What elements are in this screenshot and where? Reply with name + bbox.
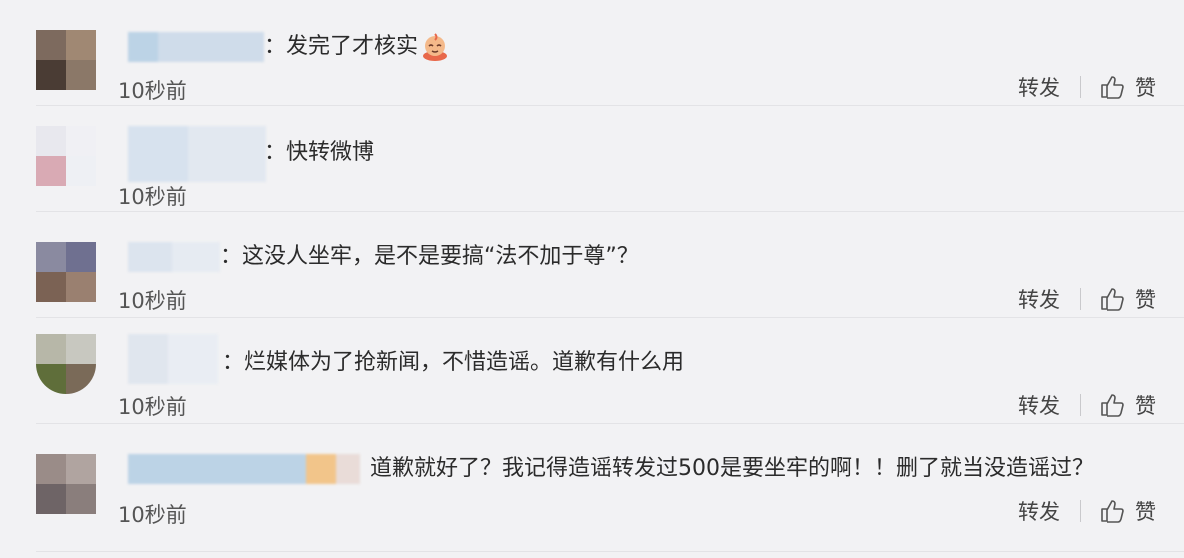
comment-actions: 转发 赞 — [1018, 284, 1156, 314]
action-divider — [1080, 394, 1081, 416]
like-button[interactable]: 赞 — [1099, 72, 1156, 102]
comment-text: ：发完了才核实 — [264, 32, 450, 62]
doge-emoji-icon — [420, 32, 450, 62]
avatar[interactable] — [36, 30, 96, 90]
action-divider — [1080, 76, 1081, 98]
avatar[interactable] — [36, 334, 96, 394]
username[interactable] — [128, 242, 220, 272]
avatar[interactable] — [36, 242, 96, 302]
comment-item: ：快转微博 10秒前 — [0, 106, 1184, 212]
username[interactable] — [128, 334, 218, 384]
action-divider — [1080, 288, 1081, 310]
comment-item: ：这没人坐牢，是不是要搞“法不加于尊”？ 10秒前 转发 赞 — [0, 212, 1184, 318]
repost-button[interactable]: 转发 — [1018, 284, 1074, 314]
comment-list: ：发完了才核实 10秒前 转发 赞 ：快转微博 10秒前 ：这没人坐牢，是不是要… — [0, 0, 1184, 558]
comment-divider — [36, 551, 1184, 552]
like-label: 赞 — [1135, 76, 1156, 100]
repost-button[interactable]: 转发 — [1018, 390, 1074, 420]
comment-text: 道歉就好了？我记得造谣转发过500是要坐牢的啊！！删了就当没造谣过？ — [370, 456, 1094, 481]
comment-text: ：这没人坐牢，是不是要搞“法不加于尊”？ — [220, 244, 639, 269]
like-label: 赞 — [1135, 500, 1156, 524]
avatar[interactable] — [36, 454, 96, 514]
comment-item: ：烂媒体为了抢新闻，不惜造谣。道歉有什么用 10秒前 转发 赞 — [0, 318, 1184, 424]
like-button[interactable]: 赞 — [1099, 496, 1156, 526]
timestamp: 10秒前 — [118, 79, 187, 103]
comment-item: 道歉就好了？我记得造谣转发过500是要坐牢的啊！！删了就当没造谣过？ 10秒前 … — [0, 424, 1184, 558]
timestamp: 10秒前 — [118, 503, 187, 527]
timestamp: 10秒前 — [118, 289, 187, 313]
thumbs-up-icon — [1101, 500, 1124, 523]
thumbs-up-icon — [1101, 394, 1124, 417]
thumbs-up-icon — [1101, 288, 1124, 311]
like-label: 赞 — [1135, 288, 1156, 312]
comment-item: ：发完了才核实 10秒前 转发 赞 — [0, 0, 1184, 106]
username[interactable] — [128, 454, 360, 484]
timestamp: 10秒前 — [118, 395, 187, 419]
comment-actions: 转发 赞 — [1018, 390, 1156, 420]
repost-button[interactable]: 转发 — [1018, 72, 1074, 102]
comment-actions: 转发 赞 — [1018, 72, 1156, 102]
like-button[interactable]: 赞 — [1099, 284, 1156, 314]
comment-actions: 转发 赞 — [1018, 496, 1156, 526]
username[interactable] — [128, 32, 264, 62]
comment-text-content: ：发完了才核实 — [264, 34, 419, 59]
timestamp: 10秒前 — [118, 185, 187, 209]
comment-text: ：烂媒体为了抢新闻，不惜造谣。道歉有什么用 — [222, 350, 685, 375]
like-label: 赞 — [1135, 394, 1156, 418]
like-button[interactable]: 赞 — [1099, 390, 1156, 420]
repost-button[interactable]: 转发 — [1018, 496, 1074, 526]
thumbs-up-icon — [1101, 76, 1124, 99]
username[interactable] — [128, 126, 266, 186]
action-divider — [1080, 500, 1081, 522]
avatar[interactable] — [36, 126, 96, 186]
comment-text: ：快转微博 — [264, 140, 375, 165]
